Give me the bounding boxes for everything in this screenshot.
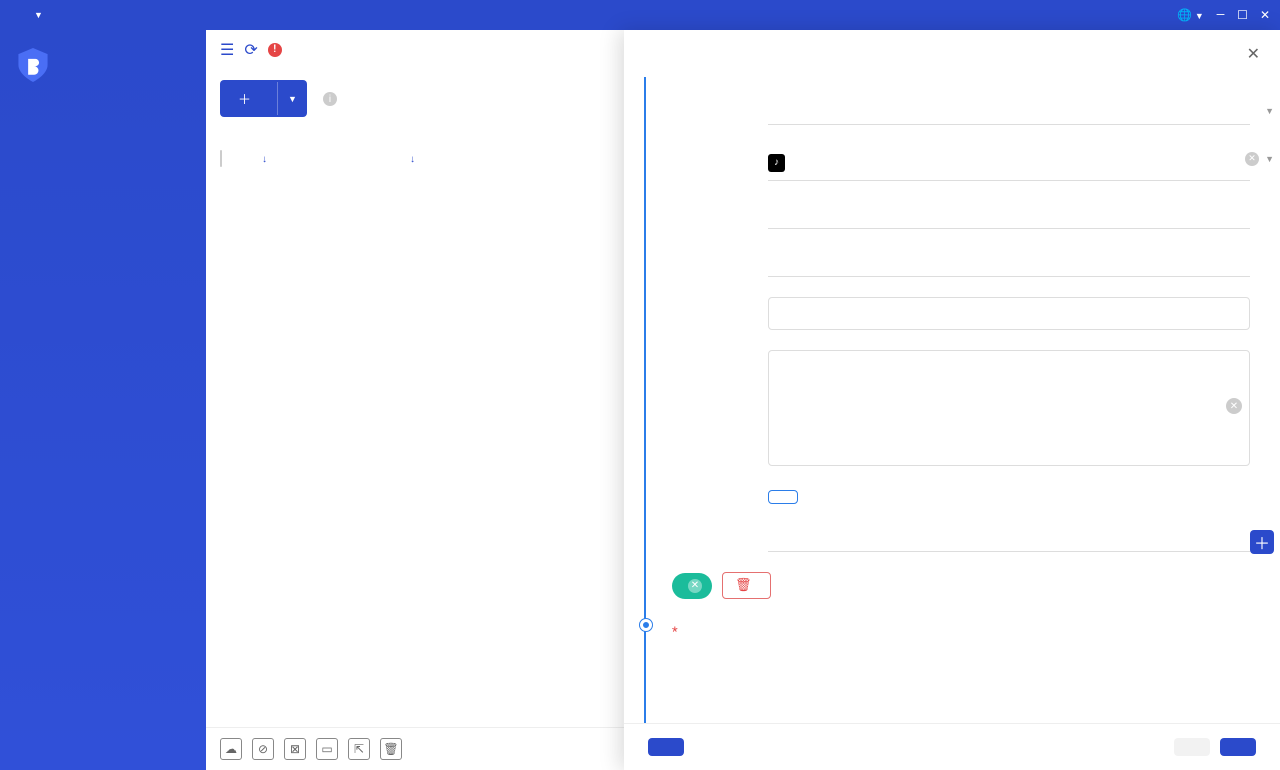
random-fingerprint-button[interactable] (648, 738, 684, 756)
username-input[interactable] (768, 201, 1250, 229)
tiktok-icon: ♪ (768, 154, 785, 172)
cookie-clear-icon[interactable]: ✕ (1226, 398, 1242, 414)
logo (0, 48, 206, 102)
cookie-label (672, 350, 768, 356)
footer-delete-icon[interactable]: 🗑 (380, 738, 402, 760)
remark-input[interactable] (768, 297, 1250, 330)
add-url-button[interactable]: ＋ (1250, 530, 1274, 554)
trash-icon: 🗑 (735, 578, 752, 593)
proxy-method-label (672, 619, 768, 640)
select-all-checkbox[interactable] (220, 150, 222, 167)
clear-urls-button[interactable]: 🗑 (722, 572, 771, 599)
refresh-icon[interactable]: ⟳ (244, 40, 257, 59)
add-button[interactable]: ＋ ▼ (220, 80, 307, 117)
remove-url-icon[interactable]: ✕ (688, 579, 702, 593)
group-label (672, 97, 768, 103)
platform-label (672, 145, 768, 151)
edit-panel: ✕ ▼i ♪ ✕▼i i (624, 30, 1280, 770)
cookie-textarea[interactable] (768, 350, 1250, 466)
platform-input[interactable] (793, 149, 1250, 176)
cancel-button[interactable] (1174, 738, 1210, 756)
maximize-icon[interactable]: ☐ (1237, 8, 1248, 22)
chevron-down-icon[interactable]: ▼ (1265, 106, 1274, 117)
remark-label (672, 297, 768, 303)
clear-icon[interactable]: ✕ (1245, 152, 1259, 166)
footer-cloud-icon[interactable]: ☁ (220, 738, 242, 760)
footer-close-icon[interactable]: ⊠ (284, 738, 306, 760)
chevron-down-icon[interactable]: ▼ (1265, 154, 1274, 165)
url-chip: ✕ (672, 573, 712, 599)
close-icon[interactable]: ✕ (1260, 8, 1270, 22)
panel-close-icon[interactable]: ✕ (1247, 44, 1260, 63)
password-label (672, 249, 768, 255)
group-input[interactable] (768, 97, 1250, 125)
footer-stop-icon[interactable]: ⊘ (252, 738, 274, 760)
sidebar (0, 30, 206, 770)
stats-added: i (319, 91, 337, 107)
footer-export-icon[interactable]: ⇱ (348, 738, 370, 760)
language-selector[interactable]: 🌐 ▼ (1177, 8, 1204, 22)
openurl-input[interactable] (768, 524, 1250, 552)
collapse-icon[interactable]: ☰ (220, 40, 234, 59)
confirm-button[interactable] (1220, 738, 1256, 756)
add-cookie-button[interactable] (768, 490, 798, 504)
minimize-icon[interactable]: — (1216, 8, 1225, 22)
add-dropdown[interactable]: ▼ (277, 82, 307, 115)
footer-window-icon[interactable]: ▭ (316, 738, 338, 760)
openurl-label (672, 524, 768, 530)
alert-icon: ! (268, 43, 282, 57)
password-input[interactable] (768, 249, 1250, 277)
username-label (672, 201, 768, 207)
plus-icon: ＋ (238, 89, 251, 108)
line-selector[interactable]: ▼ (28, 10, 43, 21)
titlebar: ▼ 🌐 ▼ — ☐ ✕ (0, 0, 1280, 30)
